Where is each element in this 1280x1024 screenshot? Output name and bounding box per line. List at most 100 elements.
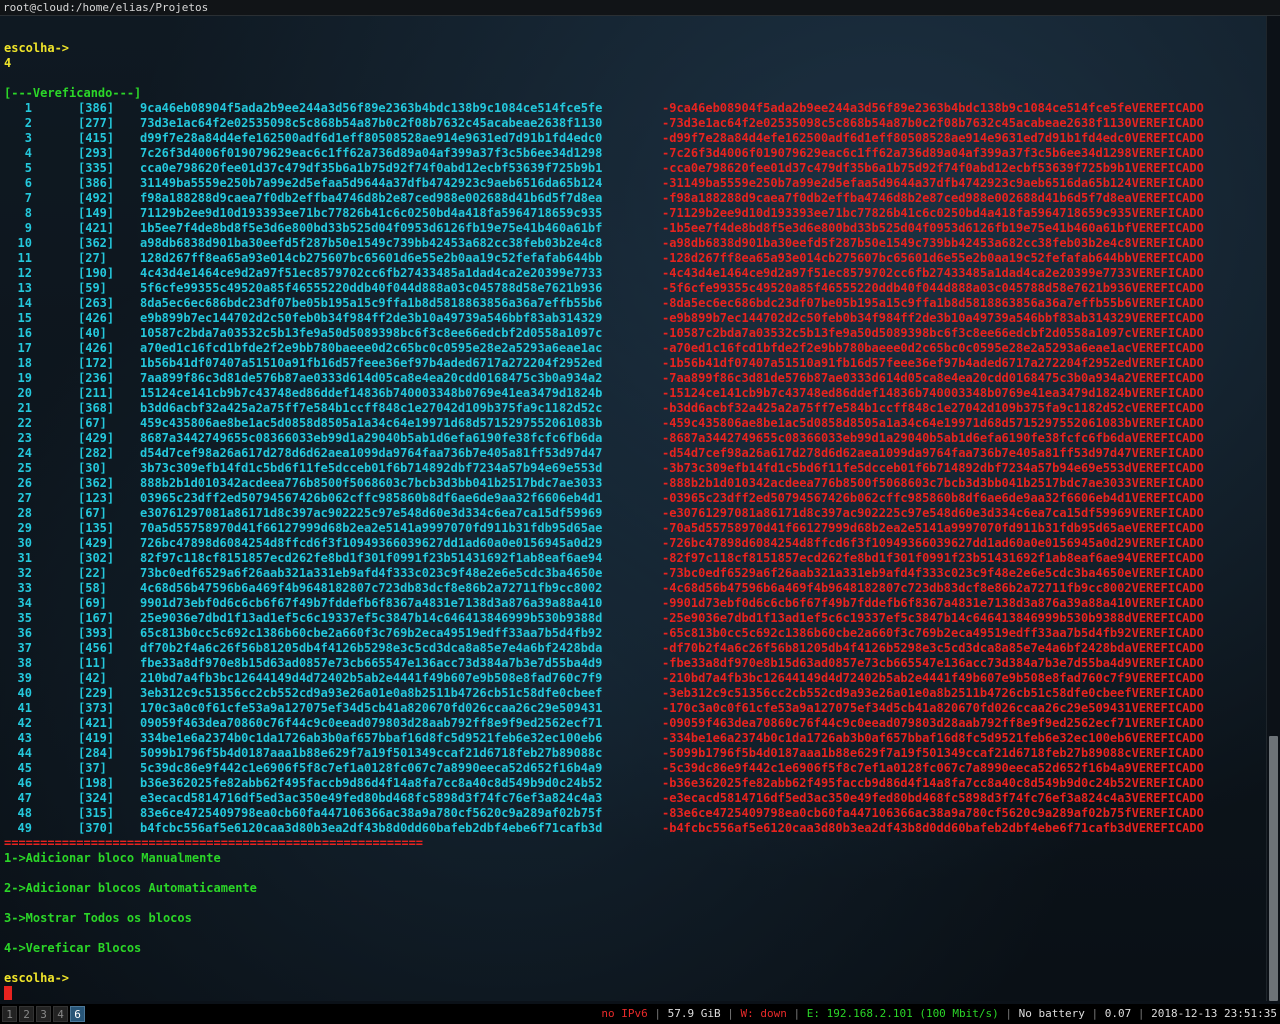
block-number: 19 xyxy=(17,371,32,385)
block-number: 5 xyxy=(24,161,32,175)
scrollbar-thumb[interactable] xyxy=(1269,736,1278,1001)
block-row: 23 [429] 8687a3442749655c08366033eb99d1a29… xyxy=(4,431,1262,446)
block-number: 37 xyxy=(17,641,32,655)
block-size: [362] xyxy=(78,236,115,250)
prompt-line: escolha-> xyxy=(4,41,70,55)
block-hash: 3b73c309efb14fd1c5bd6f11fe5dcceb01f6b714… xyxy=(140,461,603,475)
block-verified: -e9b899b7ec144702d2c50feb0b34f984ff2de3b… xyxy=(662,311,1204,325)
block-size: [229] xyxy=(78,686,115,700)
block-size: [263] xyxy=(78,296,115,310)
block-number: 35 xyxy=(17,611,32,625)
block-row: 21 [368] b3dd6acbf32a425a2a75ff7e584b1ccff… xyxy=(4,401,1262,416)
block-hash: 1b56b41df07407a51510a91fb16d57feee36ef97… xyxy=(140,356,603,370)
workspace-4[interactable]: 4 xyxy=(53,1006,68,1022)
block-row: 41 [373] 170c3a0c0f61cfe53a9a127075ef34d5c… xyxy=(4,701,1262,716)
block-hash: 1b5ee7f4de8bd8f5e3d6e800bd33b525d04f0953… xyxy=(140,221,603,235)
block-number: 48 xyxy=(17,806,32,820)
menu-item-add-manual: 1->Adicionar bloco Manualmente xyxy=(4,851,221,865)
block-hash: 334be1e6a2374b0c1da1726ab3b0af657bbaf16d… xyxy=(140,731,603,745)
status-bar: 12346 no IPv6 | 57.9 GiB | W: down | E: … xyxy=(0,1004,1280,1024)
block-size: [58] xyxy=(78,581,107,595)
block-verified: -fbe33a8df970e8b15d63ad0857e73cb665547e1… xyxy=(662,656,1204,670)
block-size: [30] xyxy=(78,461,107,475)
block-hash: cca0e798620fee01d37c479df35b6a1b75d92f74… xyxy=(140,161,603,175)
block-hash: 8da5ec6ec686bdc23df07be05b195a15c9ffa1b8… xyxy=(140,296,603,310)
block-size: [429] xyxy=(78,431,115,445)
block-number: 24 xyxy=(17,446,32,460)
block-number: 14 xyxy=(17,296,32,310)
block-size: [415] xyxy=(78,131,115,145)
block-size: [11] xyxy=(78,656,107,670)
block-verified: -e3ecacd5814716df5ed3ac350e49fed80bd468f… xyxy=(662,791,1204,805)
block-hash: 70a5d55758970d41f66127999d68b2ea2e5141a9… xyxy=(140,521,603,535)
block-size: [492] xyxy=(78,191,115,205)
menu-item-show-all: 3->Mostrar Todos os blocos xyxy=(4,911,192,925)
block-row: 40 [229] 3eb312c9c51356cc2cb552cd9a93e26a0… xyxy=(4,686,1262,701)
terminal-scrollbar[interactable] xyxy=(1266,16,1280,1001)
block-hash: a70ed1c16fcd1bfde2f2e9bb780baeee0d2c65bc… xyxy=(140,341,603,355)
block-verified: -b36e362025fe82abb62f495faccb9d86d4f14a8… xyxy=(662,776,1204,790)
block-row: 30 [429] 726bc47898d6084254d8ffcd6f3f10949… xyxy=(4,536,1262,551)
block-number: 21 xyxy=(17,401,32,415)
block-number: 47 xyxy=(17,791,32,805)
workspace-1[interactable]: 1 xyxy=(2,1006,17,1022)
block-number: 26 xyxy=(17,476,32,490)
block-number: 34 xyxy=(17,596,32,610)
block-hash: 71129b2ee9d10d193393ee71bc77826b41c6c025… xyxy=(140,206,603,220)
block-verified: -70a5d55758970d41f66127999d68b2ea2e5141a… xyxy=(662,521,1204,535)
workspace-3[interactable]: 3 xyxy=(36,1006,51,1022)
block-hash: 25e9036e7dbd1f13ad1ef5c6c19337ef5c3847b1… xyxy=(140,611,603,625)
block-verified: -73d3e1ac64f2e02535098c5c868b54a87b0c2f0… xyxy=(662,116,1204,130)
load-status: 0.07 xyxy=(1104,1007,1132,1020)
block-hash: b36e362025fe82abb62f495faccb9d86d4f14a8f… xyxy=(140,776,603,790)
block-hash: fbe33a8df970e8b15d63ad0857e73cb665547e13… xyxy=(140,656,603,670)
workspace-6[interactable]: 6 xyxy=(70,1006,85,1022)
block-verified: -25e9036e7dbd1f13ad1ef5c6c19337ef5c3847b… xyxy=(662,611,1204,625)
block-row: 45 [37] 5c39dc86e9f442c1e6906f5f8c7ef1a012… xyxy=(4,761,1262,776)
block-hash: 9901d73ebf0d6c6cb6f67f49b7fddefb6f8367a4… xyxy=(140,596,603,610)
block-verified: -4c43d4e1464ce9d2a97f51ec8579702cc6fb274… xyxy=(662,266,1204,280)
block-hash: 8687a3442749655c08366033eb99d1a29040b5ab… xyxy=(140,431,603,445)
status-info: no IPv6 | 57.9 GiB | W: down | E: 192.16… xyxy=(601,1007,1277,1020)
block-number: 15 xyxy=(17,311,32,325)
block-verified: -a98db6838d901ba30eefd5f287b50e1549c739b… xyxy=(662,236,1204,250)
block-number: 1 xyxy=(24,101,32,115)
block-row: 16 [40] 10587c2bda7a03532c5b13fe9a50d50893… xyxy=(4,326,1262,341)
block-size: [429] xyxy=(78,536,115,550)
input-value: 4 xyxy=(4,56,12,70)
block-hash: 09059f463dea70860c76f44c9c0eead079803d28… xyxy=(140,716,603,730)
block-size: [335] xyxy=(78,161,115,175)
block-row: 13 [59] 5f6cfe99355c49520a85f46555220ddb40… xyxy=(4,281,1262,296)
block-row: 49 [370] b4fcbc556af5e6120caa3d80b3ea2df43… xyxy=(4,821,1262,836)
block-row: 32 [22] 73bc0edf6529a6f26aab321a331eb9afd4… xyxy=(4,566,1262,581)
terminal-cursor[interactable] xyxy=(4,986,12,1000)
block-size: [324] xyxy=(78,791,115,805)
block-size: [302] xyxy=(78,551,115,565)
block-size: [370] xyxy=(78,821,115,835)
block-hash: 210bd7a4fb3bc12644149d4d72402b5ab2e4441f… xyxy=(140,671,603,685)
block-hash: 128d267ff8ea65a93e014cb275607bc65601d6e5… xyxy=(140,251,603,265)
workspace-2[interactable]: 2 xyxy=(19,1006,34,1022)
block-hash: 03965c23dff2ed50794567426b062cffc985860b… xyxy=(140,491,603,505)
block-size: [293] xyxy=(78,146,115,160)
block-number: 12 xyxy=(17,266,32,280)
block-row: 38 [11] fbe33a8df970e8b15d63ad0857e73cb665… xyxy=(4,656,1262,671)
block-verified: -128d267ff8ea65a93e014cb275607bc65601d6e… xyxy=(662,251,1204,265)
block-hash: 888b2b1d010342acdeea776b8500f5068603c7bc… xyxy=(140,476,603,490)
ethernet-status: E: 192.168.2.101 (100 Mbit/s) xyxy=(806,1007,999,1020)
block-size: [149] xyxy=(78,206,115,220)
menu-item-add-auto: 2->Adicionar blocos Automaticamente xyxy=(4,881,257,895)
block-hash: e30761297081a86171d8c397ac902225c97e548d… xyxy=(140,506,603,520)
block-hash: b4fcbc556af5e6120caa3d80b3ea2df43b8d0dd6… xyxy=(140,821,603,835)
terminal-output[interactable]: escolha-> 4 [---Vereficando---] 1 [386] 9c… xyxy=(0,16,1266,1001)
disk-status: 57.9 GiB xyxy=(667,1007,721,1020)
block-number: 49 xyxy=(17,821,32,835)
block-row: 39 [42] 210bd7a4fb3bc12644149d4d72402b5ab2… xyxy=(4,671,1262,686)
block-size: [386] xyxy=(78,101,115,115)
block-hash: 170c3a0c0f61cfe53a9a127075ef34d5cb41a820… xyxy=(140,701,603,715)
block-number: 4 xyxy=(24,146,32,160)
block-verified: -210bd7a4fb3bc12644149d4d72402b5ab2e4441… xyxy=(662,671,1204,685)
block-hash: 82f97c118cf8151857ecd262fe8bd1f301f0991f… xyxy=(140,551,603,565)
block-row: 22 [67] 459c435806ae8be1ac5d0858d8505a1a34… xyxy=(4,416,1262,431)
block-size: [368] xyxy=(78,401,115,415)
